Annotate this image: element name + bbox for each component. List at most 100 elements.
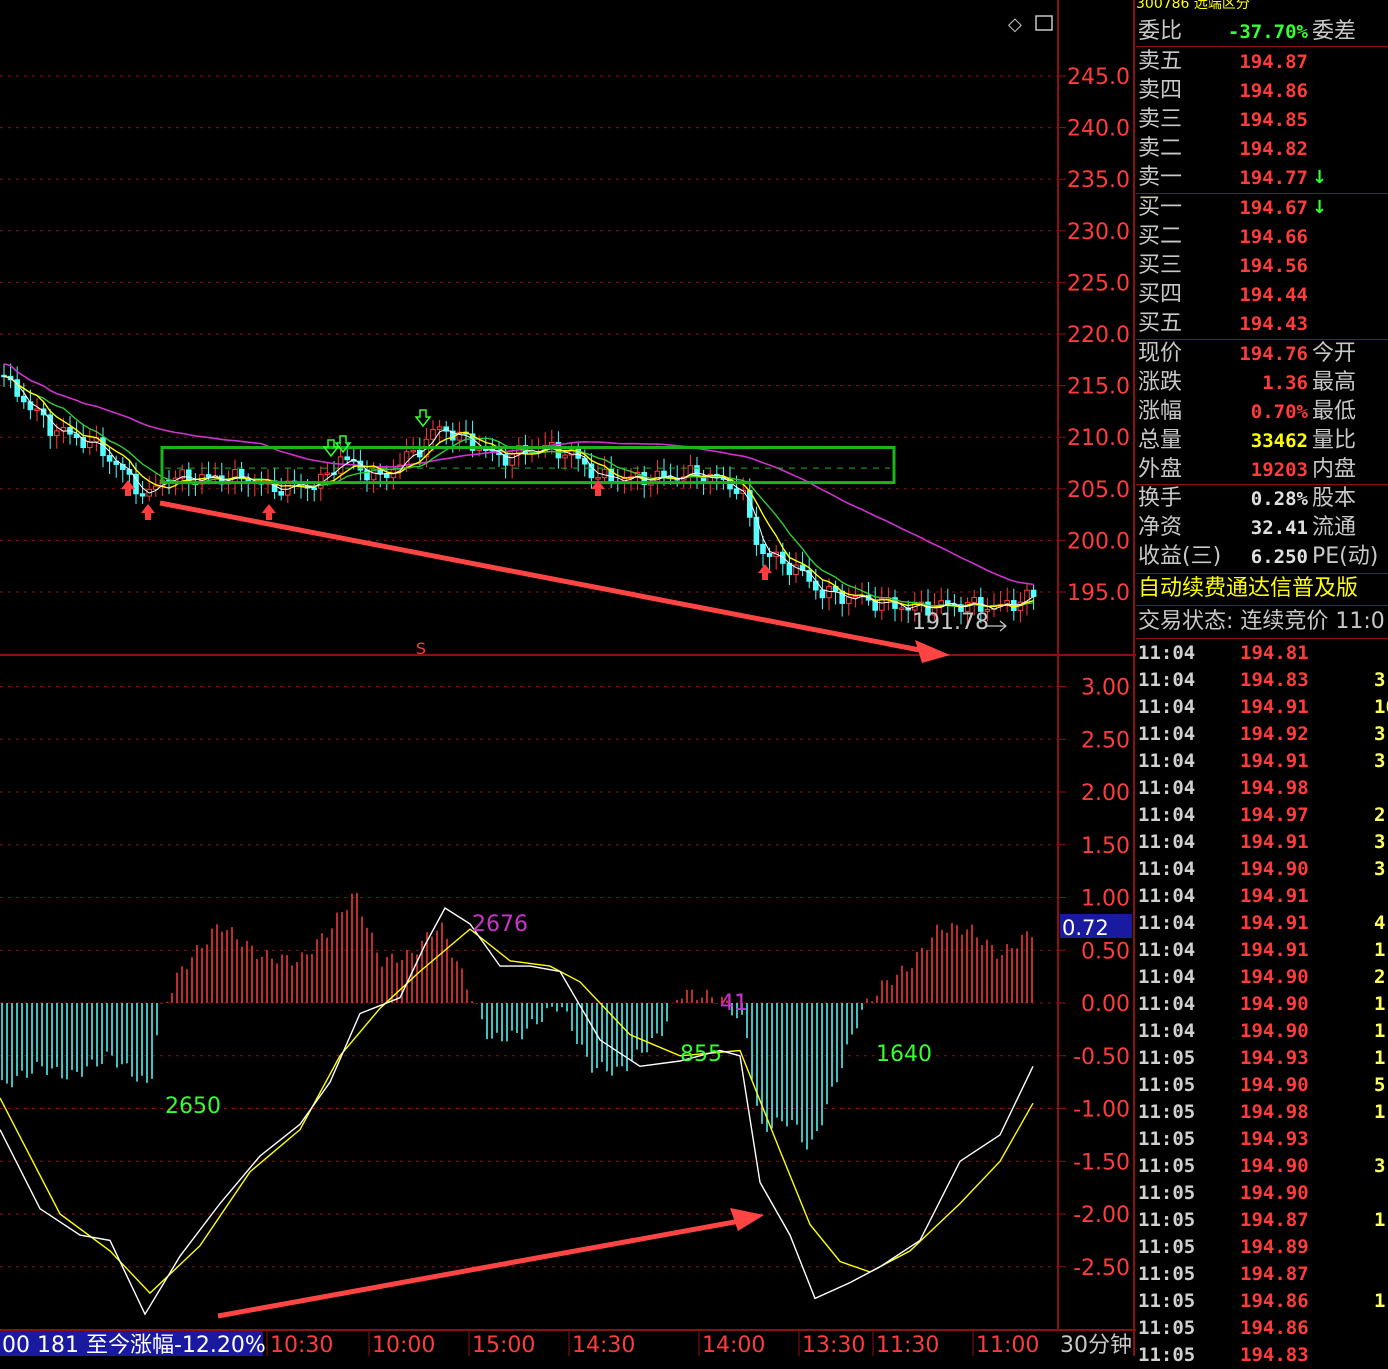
tick-row: 11:04 194.91 4 [1136,910,1388,937]
ask-row-label: 卖三 [1138,107,1183,132]
tick-row: 11:05 194.98 1 [1136,1099,1388,1126]
bid-row-label: 买一 [1138,195,1183,220]
s-marker: S [416,639,426,658]
stat2-row-label: 净资 [1138,515,1183,540]
tick-price: 194.81 [1240,642,1309,664]
candle [905,600,912,624]
tick-price: 194.89 [1240,1236,1309,1258]
time-label: 11:00 [976,1333,1039,1356]
ask-row-value: 194.87 [1239,51,1308,73]
candle-body [436,426,443,431]
tick-price: 194.90 [1240,858,1309,880]
tick-row: 11:04 194.91 3 [1136,829,1388,856]
time-label: 14:00 [702,1333,765,1356]
tick-row: 11:04 194.91 10 [1136,694,1388,721]
down-arrow-icon: ↓ [1312,167,1328,188]
banner[interactable]: 自动续费通达信普及版 [1136,575,1388,603]
tick-time: 11:04 [1138,750,1196,772]
candle-body [819,589,826,599]
macd-label: 1640 [876,1042,932,1067]
price-tick-label: 215.0 [1067,375,1130,400]
macd-label: 855 [680,1042,722,1067]
ask-row-label: 卖五 [1138,49,1183,74]
low-price-pointer-icon [986,620,1007,632]
stat-row: 外盘 19203 内盘 [1136,456,1388,484]
tick-volume: 3 [1374,858,1386,880]
tick-time: 11:05 [1138,1182,1196,1204]
price-tick-label: 235.0 [1067,168,1130,193]
stock-header: 300786 远端区分 [1136,0,1250,12]
ask-row: 卖五 194.87 [1136,48,1388,76]
candle-body [344,456,350,461]
tick-row: 11:04 194.90 2 [1136,964,1388,991]
time-label: 11:30 [876,1333,939,1356]
diamond-icon[interactable]: ◇ [1008,14,1022,35]
trend-arrowhead-icon [915,640,950,663]
tick-price: 194.90 [1240,966,1309,988]
bid-row-label: 买四 [1138,282,1183,307]
candle [252,473,258,497]
candlesticks [1,363,1037,625]
price-tick-label: 195.0 [1067,581,1130,606]
range-info: 00 181 至今涨幅-12.20% [2,1333,266,1356]
tick-volume: 2 [1374,966,1386,988]
bid-row: 买三 194.56 [1136,252,1388,280]
candle [139,480,146,504]
tick-price: 194.91 [1240,831,1309,853]
stat2-row-value: 0.28% [1250,488,1308,510]
macd-label: 41 [720,991,748,1016]
bid-row: 买二 194.66 [1136,223,1388,251]
tick-volume: 1 [1374,993,1386,1015]
candle-body [562,454,568,459]
stat-row-value: 33462 [1250,430,1308,452]
tick-row: 11:04 194.91 1 [1136,937,1388,964]
time-label: 10:00 [372,1333,435,1356]
window-icon[interactable] [1035,15,1053,31]
bid-row-value: 194.66 [1239,226,1308,248]
stat2-row-value: 32.41 [1250,517,1308,539]
ask-row-label: 卖一 [1138,165,1183,190]
candle [47,409,54,449]
candle-body [595,477,601,480]
candle [1024,582,1030,616]
candle-body [410,449,416,453]
tick-time: 11:04 [1138,993,1196,1015]
price-tick-label: 225.0 [1067,271,1130,296]
price-tick-label: 220.0 [1067,323,1130,348]
tick-price: 194.92 [1240,723,1309,745]
candle-body [278,491,284,496]
candle [100,427,106,468]
bid-row-label: 买三 [1138,253,1183,278]
tick-volume: 4 [1374,912,1386,934]
stat-row: 涨幅 0.70% 最低 [1136,398,1388,426]
ask-row-label: 卖四 [1138,78,1183,103]
candle-body [766,552,773,557]
ask-row: 卖三 194.85 [1136,106,1388,134]
ask-row: 卖一 194.77 ↓ [1136,164,1388,192]
tick-volume: 3 [1374,1155,1386,1177]
tick-volume: 1 [1374,939,1386,961]
candle-body [694,465,700,477]
tick-price: 194.90 [1240,1155,1309,1177]
tick-price: 194.87 [1240,1263,1309,1285]
stat2-row: 净资 32.41 流通 [1136,514,1388,542]
tick-price: 194.91 [1240,750,1309,772]
stat2-row: 换手 0.28% 股本 [1136,485,1388,513]
candle-body [509,453,515,466]
kline-chart[interactable]: 245.0 240.0 235.0 230.0 225.0 220.0 215.0 210.0… [0,0,1136,1356]
stat2-row-label2: PE(动) [1312,544,1379,569]
tick-row: 11:05 194.87 1 [1136,1207,1388,1234]
tick-time: 11:04 [1138,696,1196,718]
macd-label: 2676 [472,912,528,937]
candle-body [232,468,238,483]
bid-row: 买五 194.43 [1136,310,1388,338]
macd-tick-label: 2.50 [1081,728,1130,753]
candle-body [601,468,608,479]
candle-body [1030,589,1037,597]
period-label[interactable]: 30分钟 [1060,1333,1132,1356]
tick-time: 11:04 [1138,858,1196,880]
macd-trendline [217,1218,741,1319]
tick-time: 11:04 [1138,642,1196,664]
price-tick-label: 245.0 [1067,65,1130,90]
macd-tick-label: 3.00 [1081,676,1130,701]
